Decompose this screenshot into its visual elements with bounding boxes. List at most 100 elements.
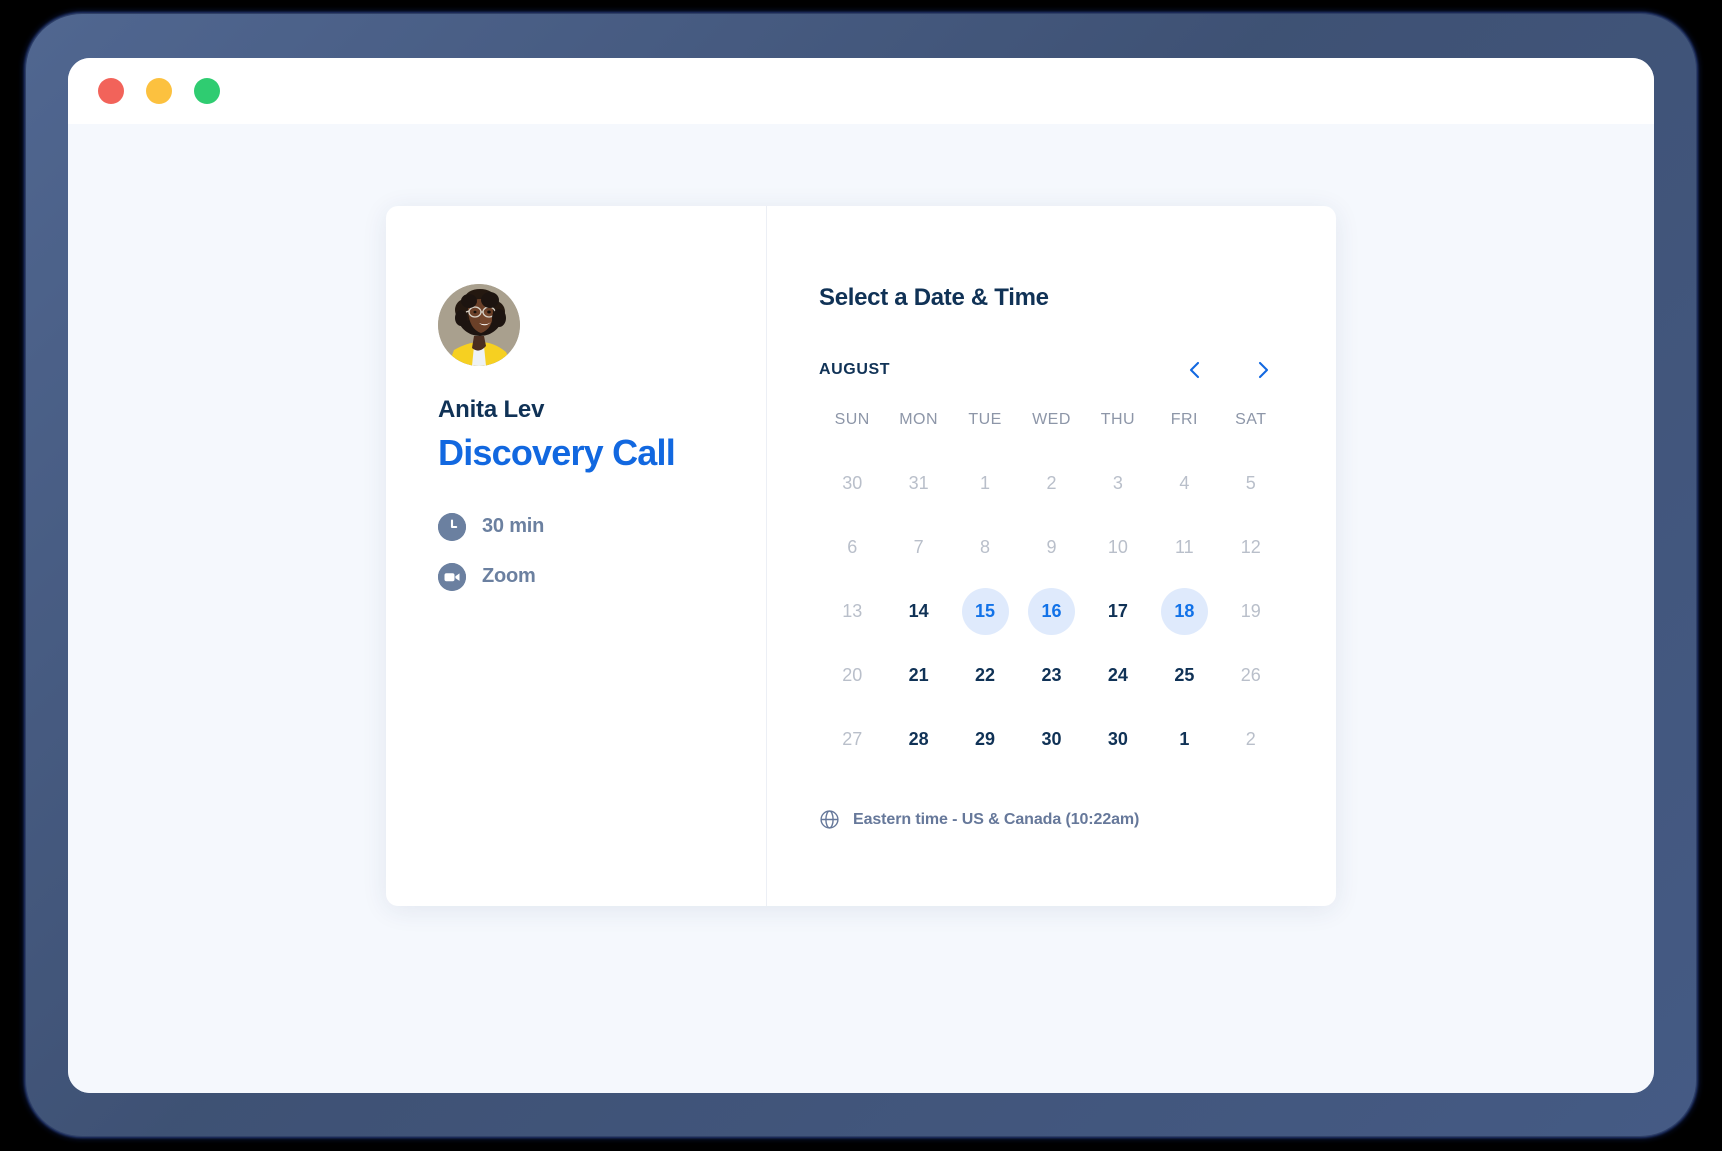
calendar-day-30[interactable]: 30 [1094,716,1141,763]
calendar-day-cell[interactable]: 29 [952,707,1018,771]
calendar-day-2: 2 [1046,472,1057,493]
calendar-day-cell: 1 [952,451,1018,515]
calendar-day-cell: 5 [1218,451,1284,515]
timezone-label: Eastern time - US & Canada (10:22am) [853,810,1140,828]
calendar-weekday-header: FRI [1170,411,1198,428]
booking-card: Anita Lev Discovery Call 30 min Zoom Sel… [386,206,1336,906]
calendar-weekday-header: SUN [834,411,870,428]
calendar-day-cell[interactable]: 25 [1151,643,1217,707]
calendar-day-21[interactable]: 21 [895,652,942,699]
calendar-day-cell: 31 [885,451,951,515]
calendar-day-cell[interactable]: 23 [1018,643,1084,707]
calendar-day-30: 30 [842,472,863,493]
calendar-day-24[interactable]: 24 [1094,652,1141,699]
browser-window: Anita Lev Discovery Call 30 min Zoom Sel… [68,58,1654,1093]
calendar-day-30[interactable]: 30 [1028,716,1075,763]
calendar-day-cell: 7 [885,515,951,579]
event-duration-label: 30 min [482,515,545,538]
calendar-weekday-header: SAT [1235,411,1267,428]
calendar-day-12: 12 [1240,536,1261,557]
calendar-day-1[interactable]: 1 [1161,716,1208,763]
calendar-day-1: 1 [980,472,991,493]
calendar-day-28[interactable]: 28 [895,716,942,763]
event-location-row: Zoom [438,562,766,591]
calendar-day-cell: 30 [819,451,885,515]
calendar-day-2: 2 [1245,728,1256,749]
calendar-weekday-header: WED [1032,411,1071,428]
calendar-day-19: 19 [1240,600,1261,621]
window-titlebar [68,58,1654,124]
calendar-day-15[interactable]: 15 [961,587,1009,635]
timezone-selector[interactable]: Eastern time - US & Canada (10:22am) [819,809,1284,830]
calendar-day-5: 5 [1245,472,1256,493]
event-title: Discovery Call [438,432,676,473]
traffic-light-group [98,78,220,104]
calendar-day-cell: 4 [1151,451,1217,515]
event-duration-row: 30 min [438,512,766,541]
calendar-day-29[interactable]: 29 [962,716,1009,763]
calendar-day-cell: 2 [1018,451,1084,515]
calendar-day-22[interactable]: 22 [962,652,1009,699]
calendar-day-26: 26 [1240,664,1261,685]
event-location-label: Zoom [482,565,536,588]
calendar-day-cell: 20 [819,643,885,707]
calendar-day-cell[interactable]: 30 [1085,707,1151,771]
calendar-day-18[interactable]: 18 [1160,587,1208,635]
calendar-day-10: 10 [1107,536,1128,557]
calendar-day-cell[interactable]: 22 [952,643,1018,707]
avatar [438,284,520,366]
host-name: Anita Lev [438,396,545,423]
calendar-day-cell: 9 [1018,515,1084,579]
calendar-day-cell[interactable]: 16 [1018,579,1084,643]
calendar-day-cell[interactable]: 28 [885,707,951,771]
page-title: Select a Date & Time [819,284,1049,311]
calendar-day-11: 11 [1175,536,1194,557]
page-viewport: Anita Lev Discovery Call 30 min Zoom Sel… [68,124,1654,1093]
calendar-day-14[interactable]: 14 [895,588,942,635]
minimize-window-button[interactable] [146,78,172,104]
event-meta-list: 30 min Zoom [438,512,766,591]
calendar-day-3: 3 [1112,472,1123,493]
calendar-day-16[interactable]: 16 [1027,587,1075,635]
chevron-right-icon[interactable] [1250,357,1276,383]
close-window-button[interactable] [98,78,124,104]
calendar-day-cell[interactable]: 18 [1151,579,1217,643]
calendar-day-cell[interactable]: 14 [885,579,951,643]
calendar-day-cell[interactable]: 30 [1018,707,1084,771]
calendar-weekday-header: MON [899,411,939,428]
video-camera-icon [438,562,466,591]
calendar-day-cell: 2 [1218,707,1284,771]
calendar-day-25[interactable]: 25 [1161,652,1208,699]
calendar-day-6: 6 [847,536,858,557]
calendar-day-cell[interactable]: 24 [1085,643,1151,707]
globe-icon [819,809,840,830]
date-time-pane: Select a Date & Time AUGUST SUN MON TUE … [767,206,1336,906]
calendar-day-cell[interactable]: 21 [885,643,951,707]
calendar-day-cell[interactable]: 17 [1085,579,1151,643]
calendar-month-label: AUGUST [819,361,891,378]
calendar-day-cell: 6 [819,515,885,579]
calendar-day-7: 7 [913,536,924,557]
calendar-grid: SUN MON TUE WED THU FRI SAT 30 31 1 2 3 4 5 6 7 8 9 10 11 12… [819,411,1284,771]
calendar-weekday-header: THU [1100,411,1136,428]
maximize-window-button[interactable] [194,78,220,104]
calendar-day-cell: 8 [952,515,1018,579]
calendar-day-17[interactable]: 17 [1094,588,1141,635]
calendar-day-23[interactable]: 23 [1028,652,1075,699]
calendar-day-cell: 19 [1218,579,1284,643]
calendar-weekday-header: TUE [968,411,1002,428]
calendar-day-cell: 11 [1151,515,1217,579]
calendar-day-31: 31 [908,472,929,493]
calendar-day-cell[interactable]: 15 [952,579,1018,643]
calendar-day-cell: 13 [819,579,885,643]
calendar-day-13: 13 [842,600,863,621]
chevron-left-icon[interactable] [1182,357,1208,383]
event-details-pane: Anita Lev Discovery Call 30 min Zoom [386,206,766,906]
calendar-day-27: 27 [842,728,863,749]
calendar-day-cell: 26 [1218,643,1284,707]
calendar-day-8: 8 [980,536,991,557]
calendar-day-cell: 10 [1085,515,1151,579]
calendar-day-cell[interactable]: 1 [1151,707,1217,771]
clock-icon [438,512,466,541]
calendar-nav-group [1182,357,1276,383]
